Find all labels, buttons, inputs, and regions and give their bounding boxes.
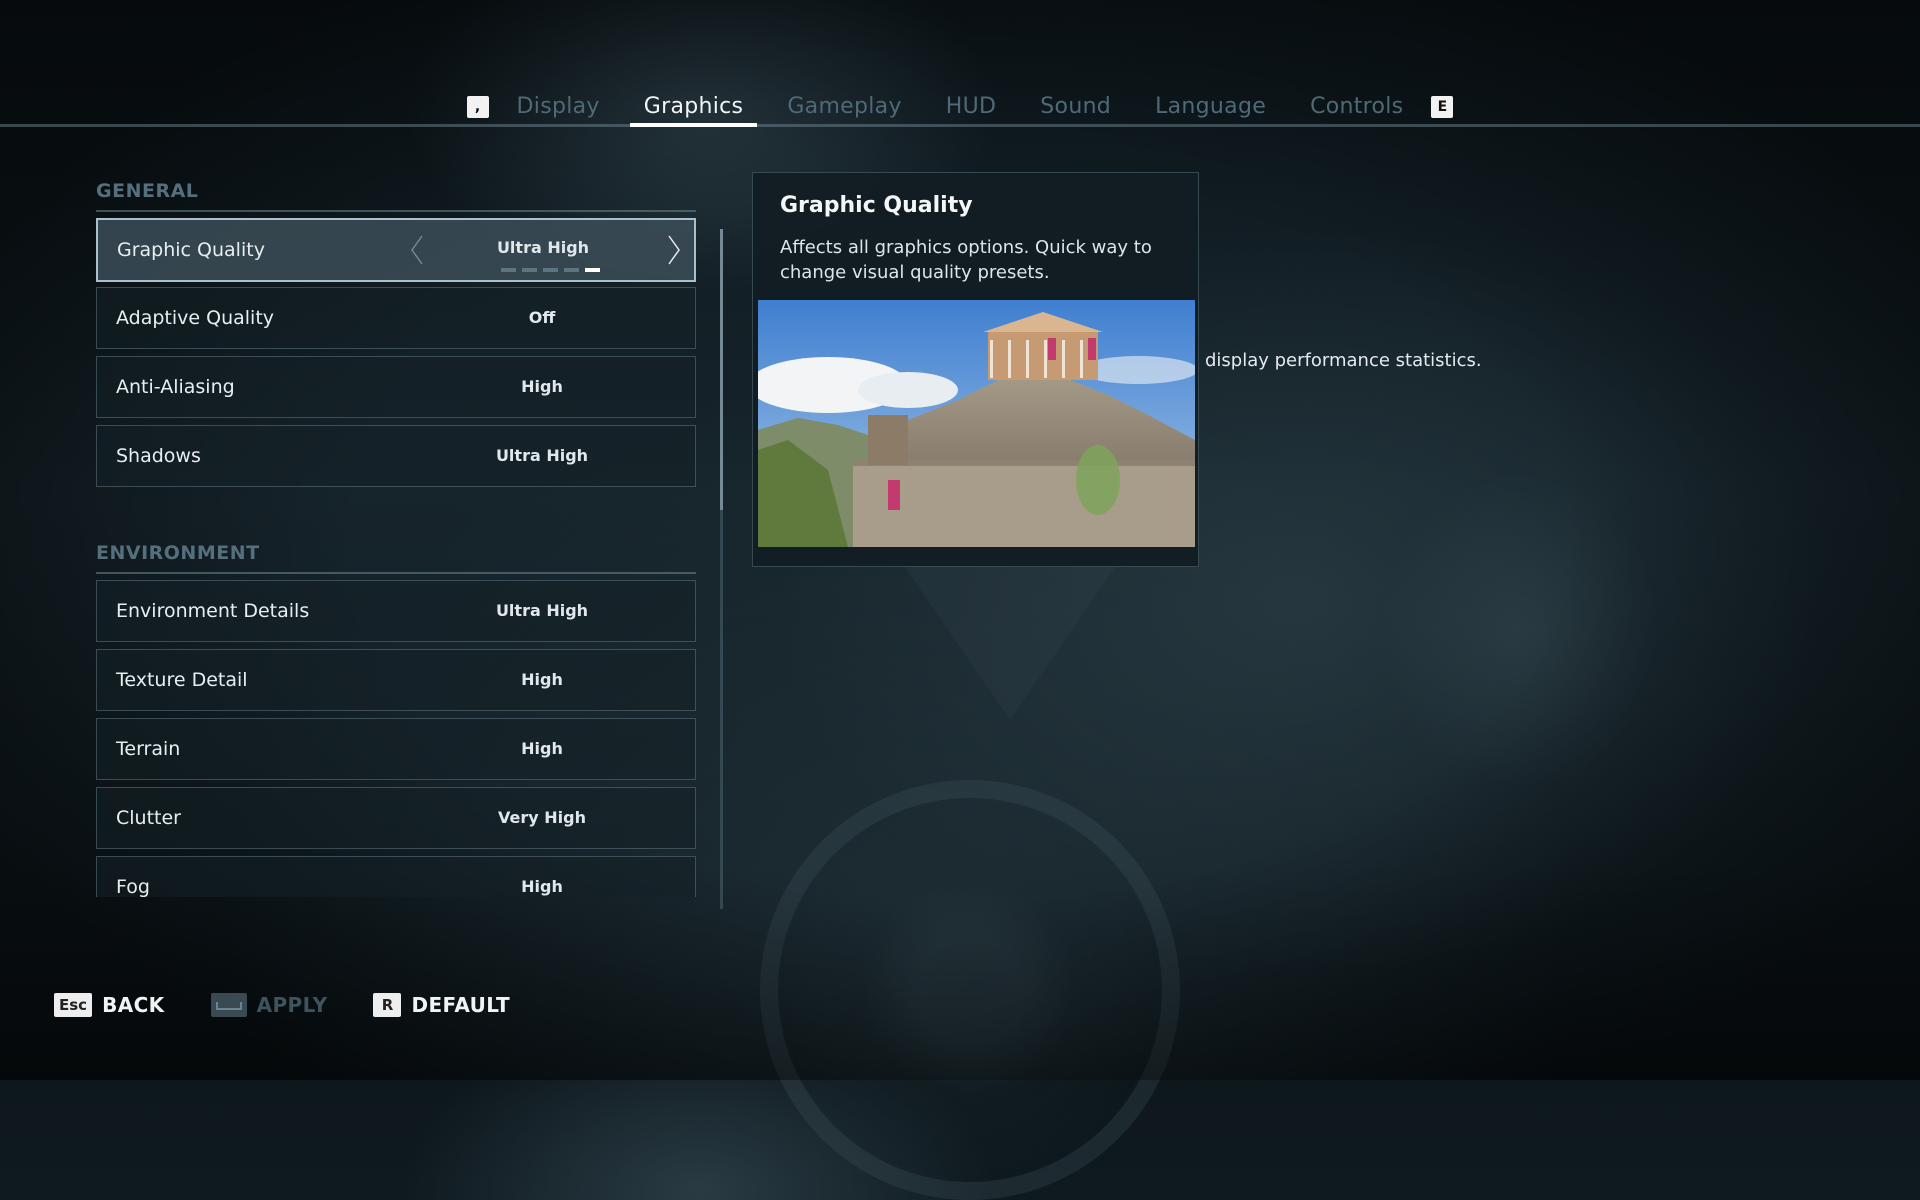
apply-button[interactable]: APPLY <box>210 993 328 1017</box>
tab-graphics[interactable]: Graphics <box>629 90 758 127</box>
back-label: BACK <box>102 993 165 1017</box>
next-tab-key[interactable]: E <box>1431 96 1454 118</box>
setting-value: High <box>521 739 563 758</box>
setting-value: High <box>521 670 563 689</box>
setting-row-environment-details[interactable]: Environment Details Ultra High <box>96 580 696 642</box>
background-relief-wheel <box>760 780 1180 1200</box>
setting-label: Environment Details <box>116 600 310 622</box>
tab-hud[interactable]: HUD <box>932 90 1011 124</box>
preview-image-illustration <box>758 300 1195 547</box>
r-key-icon: R <box>373 993 402 1017</box>
setting-label: Graphic Quality <box>117 239 265 261</box>
setting-row-shadows[interactable]: Shadows Ultra High <box>96 425 696 487</box>
tab-controls[interactable]: Controls <box>1296 90 1417 124</box>
tab-sound[interactable]: Sound <box>1026 90 1125 124</box>
setting-row-graphic-quality[interactable]: Graphic Quality Ultra High <box>96 218 696 282</box>
tab-bar-divider <box>0 124 1920 127</box>
setting-value: Ultra High <box>495 446 589 465</box>
scrollbar-thumb[interactable] <box>720 229 723 510</box>
settings-list: GENERAL Graphic Quality Ultra High Adapt… <box>96 176 696 897</box>
setting-label: Texture Detail <box>116 669 248 691</box>
setting-row-terrain[interactable]: Terrain High <box>96 718 696 780</box>
setting-row-clutter[interactable]: Clutter Very High <box>96 787 696 849</box>
apply-label: APPLY <box>256 993 328 1017</box>
slider-step <box>543 268 558 272</box>
setting-label: Anti-Aliasing <box>116 376 235 398</box>
default-button[interactable]: R DEFAULT <box>373 993 510 1017</box>
setting-row-fog[interactable]: Fog High <box>96 856 696 897</box>
setting-label: Terrain <box>116 738 181 760</box>
settings-scrollbar[interactable] <box>720 229 723 909</box>
slider-step <box>522 268 537 272</box>
esc-key-icon: Esc <box>54 993 93 1017</box>
setting-value: Ultra High <box>495 601 589 620</box>
section-title-general: GENERAL <box>96 180 199 202</box>
back-button[interactable]: Esc BACK <box>54 993 165 1017</box>
description-panel: Graphic Quality Affects all graphics opt… <box>752 172 1199 567</box>
setting-label: Clutter <box>116 807 181 829</box>
slider-step-active <box>585 268 600 272</box>
slider-step <box>564 268 579 272</box>
quality-slider-indicator <box>501 268 600 272</box>
tooltip-overflow-text: display performance statistics. <box>1205 350 1482 371</box>
chevron-right-icon[interactable] <box>663 234 683 266</box>
description-text: Affects all graphics options. Quick way … <box>780 237 1152 283</box>
section-title-environment: ENVIRONMENT <box>96 542 260 564</box>
tab-bar: , Display Graphics Gameplay HUD Sound La… <box>0 90 1920 127</box>
setting-value: High <box>521 877 563 896</box>
tab-gameplay[interactable]: Gameplay <box>773 90 915 124</box>
setting-value: High <box>521 377 563 396</box>
default-label: DEFAULT <box>411 993 511 1017</box>
preview-image <box>758 300 1195 547</box>
setting-label: Shadows <box>116 445 201 467</box>
prev-tab-key[interactable]: , <box>466 96 489 118</box>
section-divider <box>96 572 696 574</box>
setting-value: Very High <box>498 808 586 827</box>
spacebar-key-icon <box>210 993 247 1017</box>
setting-row-texture-detail[interactable]: Texture Detail High <box>96 649 696 711</box>
tab-display[interactable]: Display <box>503 90 614 124</box>
background-relief <box>900 560 1120 720</box>
chevron-left-icon[interactable] <box>408 234 428 266</box>
footer-actions: Esc BACK APPLY R DEFAULT <box>54 993 556 1017</box>
setting-label: Fog <box>116 876 150 897</box>
setting-row-anti-aliasing[interactable]: Anti-Aliasing High <box>96 356 696 418</box>
setting-label: Adaptive Quality <box>116 307 275 329</box>
slider-step <box>501 268 516 272</box>
setting-value: Off <box>528 308 556 327</box>
section-divider <box>96 210 696 212</box>
background-relief-shield <box>1380 470 1660 790</box>
tab-language[interactable]: Language <box>1141 90 1280 124</box>
setting-row-adaptive-quality[interactable]: Adaptive Quality Off <box>96 287 696 349</box>
description-title: Graphic Quality <box>780 193 973 218</box>
